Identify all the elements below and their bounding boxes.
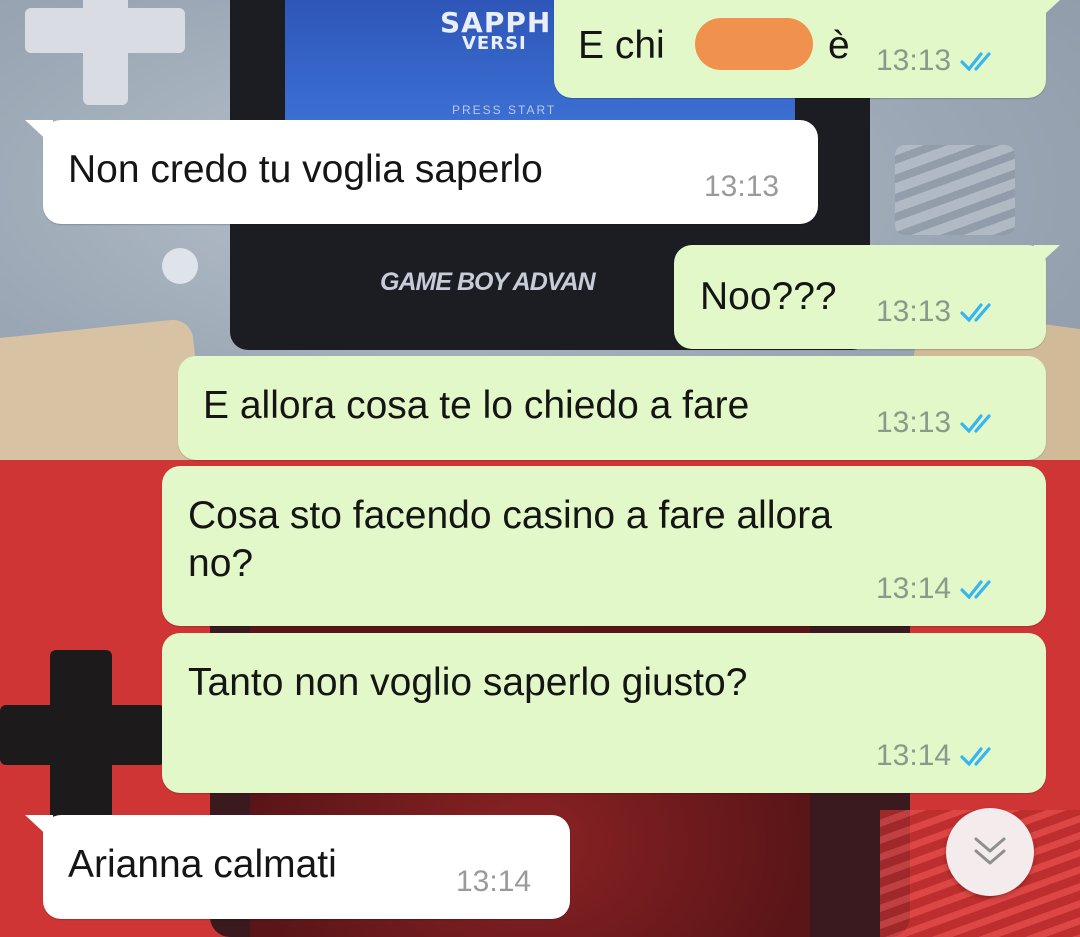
message-meta: 13:14 — [456, 865, 531, 899]
message-time: 13:14 — [876, 739, 952, 772]
wallpaper-dpad-icon — [25, 0, 185, 110]
wallpaper-speaker-grille — [895, 145, 1015, 235]
message-bubble-outgoing[interactable]: Noo??? 13:13 — [674, 245, 1060, 349]
message-bubble-outgoing[interactable]: Tanto non voglio saperlo giusto? 13:14 — [162, 633, 1046, 793]
message-bubble-outgoing[interactable]: E chi è 13:13 — [554, 0, 1060, 98]
double-check-icon — [960, 747, 991, 767]
message-meta: 13:13 — [704, 170, 779, 204]
message-text: Noo??? — [700, 275, 837, 318]
scroll-to-bottom-button[interactable] — [946, 808, 1034, 896]
message-text-suffix: è — [828, 24, 850, 67]
message-text: Non credo tu voglia saperlo — [68, 148, 543, 191]
message-time: 13:13 — [876, 44, 952, 77]
wallpaper-led — [162, 248, 198, 284]
bubble-tail — [1034, 245, 1060, 269]
message-time: 13:13 — [876, 295, 952, 328]
message-meta: 13:14 — [876, 572, 1003, 606]
double-chevron-down-icon — [974, 837, 1006, 865]
message-meta: 13:14 — [876, 739, 1003, 773]
message-time: 13:14 — [876, 572, 952, 605]
wallpaper-game-title: SAPPH VERSI — [440, 6, 551, 54]
double-check-icon — [960, 303, 991, 323]
message-time: 13:13 — [876, 406, 952, 439]
message-text: E chi — [578, 24, 665, 67]
bubble-tail — [1034, 0, 1060, 24]
message-meta: 13:13 — [876, 44, 1003, 78]
redaction-mark — [695, 18, 813, 70]
double-check-icon — [960, 52, 991, 72]
bubble-tail — [25, 120, 53, 146]
message-bubble-incoming[interactable]: Non credo tu voglia saperlo 13:13 — [25, 120, 818, 224]
wallpaper-brand: GAME BOY ADVAN — [380, 268, 596, 296]
bubble-tail — [25, 815, 53, 841]
message-time: 13:14 — [456, 865, 532, 898]
message-text: Tanto non voglio saperlo giusto? — [188, 661, 748, 704]
message-text: Arianna calmati — [68, 843, 337, 886]
wallpaper-press-start: PRESS START — [452, 103, 557, 117]
double-check-icon — [960, 580, 991, 600]
message-bubble-incoming[interactable]: Arianna calmati 13:14 — [25, 815, 570, 919]
message-meta: 13:13 — [876, 406, 1003, 440]
double-check-icon — [960, 414, 991, 434]
message-text: Cosa sto facendo casino a fare allora no… — [188, 494, 832, 585]
message-meta: 13:13 — [876, 295, 1003, 329]
message-bubble-outgoing[interactable]: Cosa sto facendo casino a fare allora no… — [162, 466, 1046, 626]
message-bubble-outgoing[interactable]: E allora cosa te lo chiedo a fare 13:13 — [178, 356, 1046, 460]
message-text: E allora cosa te lo chiedo a fare — [203, 384, 750, 427]
message-time: 13:13 — [704, 170, 780, 203]
